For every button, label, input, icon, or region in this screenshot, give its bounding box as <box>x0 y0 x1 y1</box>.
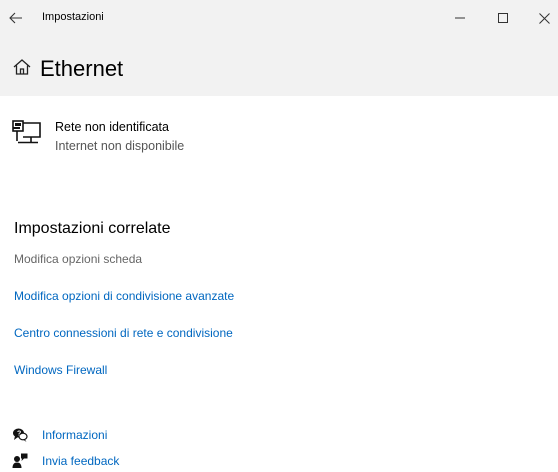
feedback-person-icon <box>12 453 28 469</box>
get-help-label: Informazioni <box>42 428 108 442</box>
close-button[interactable] <box>532 6 556 30</box>
maximize-button[interactable] <box>491 6 515 30</box>
network-computer-icon <box>12 120 41 144</box>
chat-help-icon: ? <box>12 427 28 443</box>
svg-text:?: ? <box>17 431 21 438</box>
page-title: Ethernet <box>40 56 124 81</box>
minimize-icon <box>455 17 465 19</box>
advanced-sharing-link[interactable]: Modifica opzioni di condivisione avanzat… <box>14 289 234 303</box>
settings-window: Impostazioni Ethernet Rete non identific… <box>0 0 558 472</box>
close-icon <box>538 12 550 24</box>
get-help-item[interactable]: ? Informazioni <box>12 426 107 444</box>
home-icon[interactable] <box>12 57 32 77</box>
send-feedback-item[interactable]: Invia feedback <box>12 452 119 470</box>
minimize-button[interactable] <box>448 6 472 30</box>
related-settings-heading: Impostazioni correlate <box>14 220 171 237</box>
windows-firewall-link[interactable]: Windows Firewall <box>14 363 107 377</box>
send-feedback-label: Invia feedback <box>42 454 120 468</box>
maximize-icon <box>498 13 508 23</box>
network-status: Internet non disponibile <box>55 139 185 153</box>
back-arrow-icon <box>9 12 22 24</box>
title-bar: Impostazioni <box>0 0 558 36</box>
network-name[interactable]: Rete non identificata <box>55 120 169 134</box>
window-title: Impostazioni <box>42 11 104 23</box>
network-sharing-center-link[interactable]: Centro connessioni di rete e condivision… <box>14 326 233 340</box>
change-adapter-options-link[interactable]: Modifica opzioni scheda <box>14 252 142 266</box>
back-button[interactable] <box>6 8 26 28</box>
